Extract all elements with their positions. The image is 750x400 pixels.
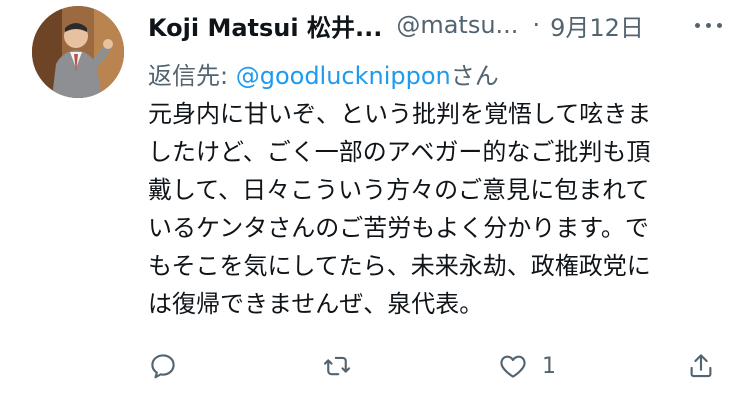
display-name[interactable]: Koji Matsui 松井... [148,8,382,43]
more-options-button[interactable] [686,8,730,42]
tweet-text-line: いるケンタさんのご苦労もよく分かります。で [148,214,649,242]
avatar-photo [32,6,124,98]
tweet-card[interactable]: Koji Matsui 松井... @matsu... · 9月12日 返信先:… [0,0,750,400]
tweet-text: 元身内に甘いぞ、という批判を覚悟して呟きま したけど、ごく一部のアベガー的なご批… [148,95,738,323]
more-horizontal-icon-dot [705,22,711,28]
avatar[interactable] [32,6,124,98]
tweet-text-line: もそこを気にしてたら、未来永劫、政権政党に [148,252,651,280]
tweet-text-line: 戴して、日々こういう方々のご意見に包まれて [148,176,650,204]
user-handle[interactable]: @matsu... [396,11,518,39]
retweet-icon [323,356,351,376]
like-count: 1 [542,353,556,379]
heart-icon [500,355,526,378]
reply-mention-link[interactable]: @goodlucknippon [236,62,451,90]
more-horizontal-icon [694,22,700,28]
tweet-date[interactable]: 9月12日 [550,8,644,43]
reply-context: 返信先: @goodlucknipponさん [148,56,499,91]
tweet-header: Koji Matsui 松井... @matsu... · 9月12日 [148,8,644,42]
more-horizontal-icon-dot [716,22,722,28]
retweet-button[interactable] [322,340,352,392]
tweet-text-line: したけど、ごく一部のアベガー的なご批判も頂 [148,138,651,166]
share-icon [690,354,712,378]
like-button[interactable]: 1 [498,340,556,392]
reply-button[interactable] [148,340,178,392]
reply-suffix: さん [450,62,499,90]
tweet-text-line: 元身内に甘いぞ、という批判を覚悟して呟きま [148,100,652,128]
share-button[interactable] [686,340,716,392]
action-bar: 1 [0,340,750,392]
reply-prefix: 返信先: [148,62,236,90]
tweet-text-line: は復帰できませんぜ、泉代表。 [148,290,484,318]
reply-icon [151,354,175,379]
separator-dot: · [532,11,541,39]
